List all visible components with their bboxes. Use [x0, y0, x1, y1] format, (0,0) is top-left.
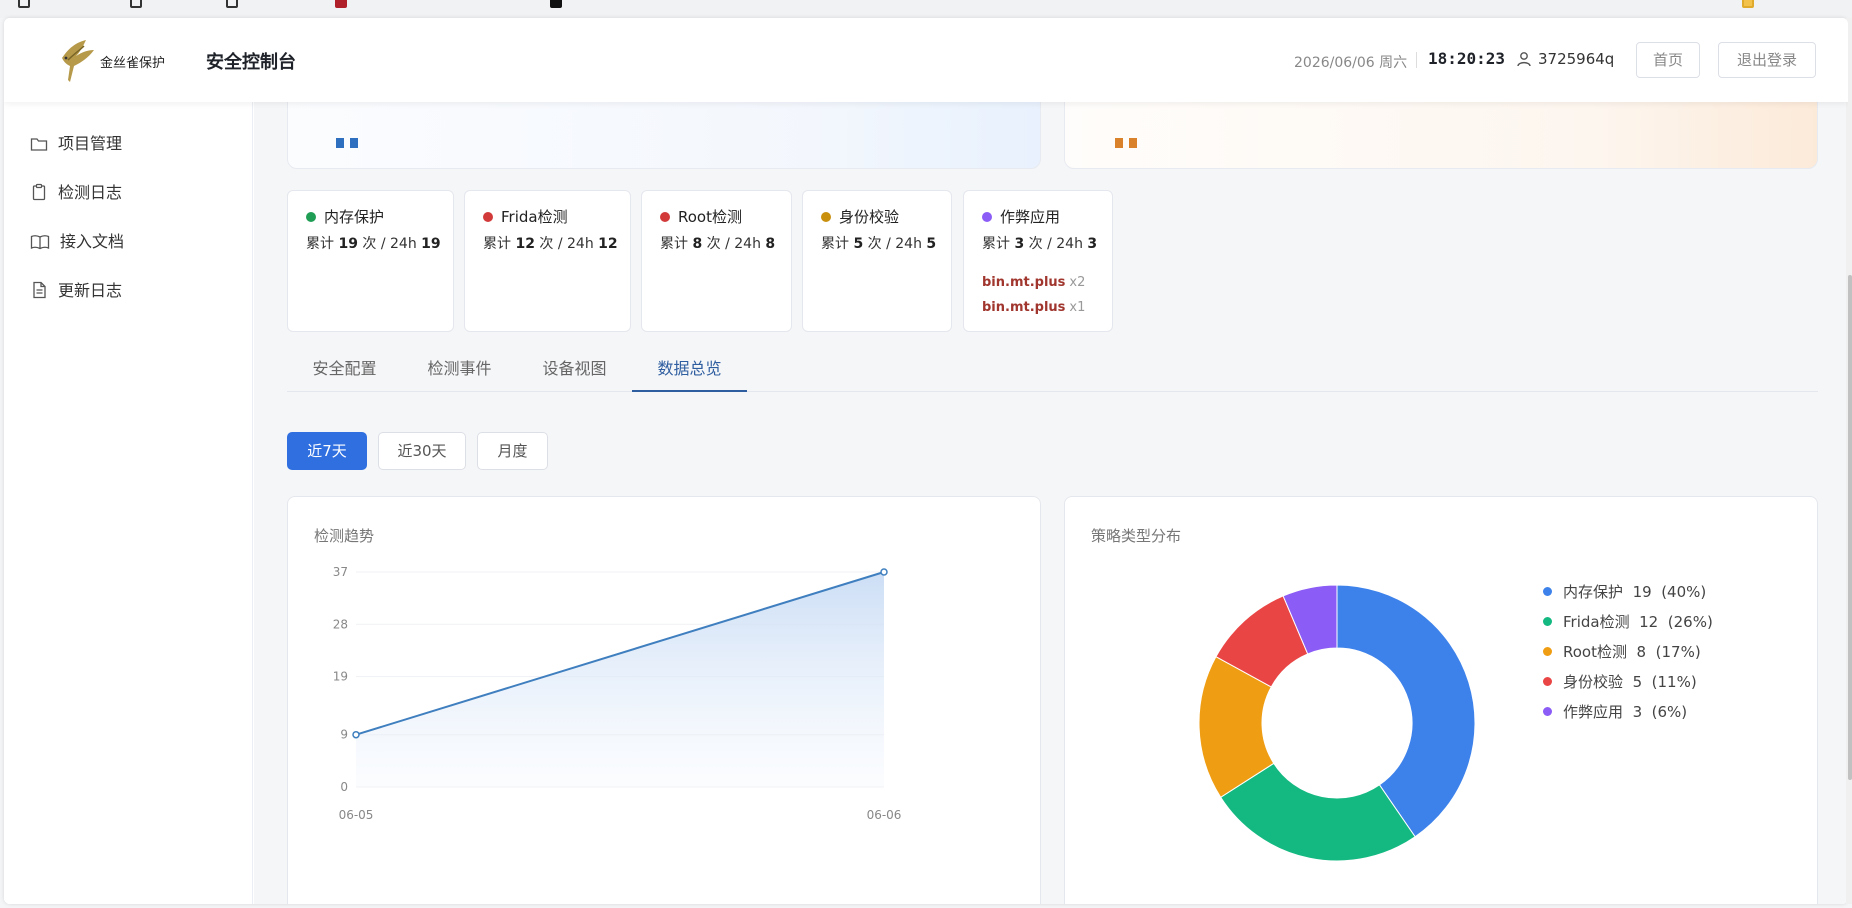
trend-chart: 0 9 19 28 37 06-05 06-06 [333, 565, 902, 822]
status-dot [660, 212, 670, 222]
logo[interactable]: 金丝雀保护 [56, 36, 176, 86]
logo-text: 金丝雀保护 [100, 56, 166, 71]
stat-name: 内存保护 [306, 206, 384, 227]
sidebar: 项目管理 检测日志 接入文档 更新日志 [4, 102, 253, 904]
trend-chart-card: 检测趋势 0 9 19 28 37 06-05 06-06 [287, 496, 1041, 904]
range-monthly-button[interactable]: 月度 [477, 432, 548, 470]
stat-line: 累计 3 次 / 24h 3 [982, 236, 1098, 252]
legend-item[interactable]: Frida检测 12 (26%) [1543, 611, 1713, 641]
bookmark-folder[interactable] [1742, 0, 1760, 8]
document-icon [33, 281, 46, 299]
stat-card-frida[interactable]: Frida检测 累计 12 次 / 24h 12 [464, 190, 631, 332]
clipboard-icon [32, 183, 46, 201]
data-point [352, 730, 360, 739]
cheat-app-item: bin.mt.plus x1 [982, 300, 1086, 315]
range-7d-button[interactable]: 近7天 [287, 432, 367, 470]
book-icon [30, 235, 50, 250]
stat-name: 身份校验 [821, 206, 899, 227]
tab-device-view[interactable]: 设备视图 [517, 358, 632, 392]
legend-dot [1543, 707, 1552, 716]
legend-item[interactable]: Root检测 8 (17%) [1543, 641, 1713, 671]
legend-dot [1543, 647, 1552, 656]
folder-icon [30, 138, 48, 151]
distribution-chart-card: 策略类型分布 内存保护 19 (40%) Frida检测 12 (26%) Ro… [1064, 496, 1818, 904]
stat-name: Root检测 [660, 206, 742, 227]
stat-line: 累计 8 次 / 24h 8 [660, 236, 776, 252]
bookmarks-bar [0, 0, 1852, 18]
legend-dot [1543, 617, 1552, 626]
user-info[interactable]: 3725964q [1516, 50, 1614, 68]
banner-mark [1115, 138, 1141, 148]
sidebar-item-projects[interactable]: 项目管理 [30, 130, 122, 160]
bookmark-item[interactable] [550, 0, 568, 8]
y-tick-label: 19 [333, 670, 348, 684]
status-dot [483, 212, 493, 222]
tab-data-overview[interactable]: 数据总览 [632, 358, 747, 392]
y-tick-label: 37 [333, 565, 348, 579]
top-header: 金丝雀保护 安全控制台 2026/06/06 周六 18:20:23 37259… [4, 18, 1848, 102]
stat-line: 累计 12 次 / 24h 12 [483, 236, 618, 252]
cheat-app-item: bin.mt.plus x2 [982, 275, 1086, 290]
x-tick-label: 06-05 [339, 808, 374, 822]
sidebar-item-label: 接入文档 [60, 232, 125, 251]
page-title: 安全控制台 [206, 52, 296, 73]
stat-card-identity[interactable]: 身份校验 累计 5 次 / 24h 5 [802, 190, 952, 332]
tab-security-config[interactable]: 安全配置 [287, 358, 402, 392]
bookmark-item[interactable] [130, 0, 148, 8]
folder-icon [1742, 0, 1754, 8]
area-fill [356, 572, 884, 787]
logout-button[interactable]: 退出登录 [1718, 42, 1816, 78]
x-tick-label: 06-06 [867, 808, 902, 822]
bookmark-icon [130, 0, 142, 8]
sidebar-item-detection-log[interactable]: 检测日志 [30, 179, 122, 209]
stat-name: Frida检测 [483, 206, 568, 227]
status-dot [982, 212, 992, 222]
bookmark-icon [18, 0, 30, 8]
header-clock: 18:20:23 [1428, 49, 1506, 68]
legend-dot [1543, 677, 1552, 686]
data-point [880, 568, 888, 576]
header-divider [1416, 52, 1417, 68]
y-tick-label: 9 [340, 728, 348, 742]
bird-logo-icon [62, 40, 94, 82]
y-tick-label: 0 [340, 780, 348, 794]
stat-card-cheat-apps[interactable]: 作弊应用 累计 3 次 / 24h 3 bin.mt.plus x2 bin.mt… [963, 190, 1113, 332]
bookmark-icon [226, 0, 238, 8]
scrollbar-thumb[interactable] [1848, 275, 1852, 780]
main-content: 内存保护 累计 19 次 / 24h 19 Frida检测 累计 12 次 / … [254, 82, 1848, 904]
bookmark-item[interactable] [226, 0, 244, 8]
range-30d-button[interactable]: 近30天 [378, 432, 466, 470]
stat-line: 累计 19 次 / 24h 19 [306, 236, 441, 252]
sidebar-item-label: 检测日志 [58, 183, 123, 202]
banner-mark [336, 138, 362, 148]
legend-item[interactable]: 内存保护 19 (40%) [1543, 581, 1713, 611]
status-dot [821, 212, 831, 222]
legend-dot [1543, 587, 1552, 596]
status-dot [306, 212, 316, 222]
sidebar-item-label: 项目管理 [58, 134, 123, 153]
user-icon [1517, 52, 1531, 67]
stat-line: 累计 5 次 / 24h 5 [821, 236, 937, 252]
stat-card-memory[interactable]: 内存保护 累计 19 次 / 24h 19 [287, 190, 454, 332]
header-date: 2026/06/06 周六 [1294, 55, 1408, 71]
bookmark-icon [335, 0, 347, 8]
sidebar-item-docs[interactable]: 接入文档 [30, 228, 124, 258]
user-name: 3725964q [1538, 50, 1615, 68]
sidebar-item-label: 更新日志 [58, 281, 123, 300]
bookmark-icon [550, 0, 562, 8]
legend-item[interactable]: 作弊应用 3 (6%) [1543, 701, 1713, 731]
sidebar-item-changelog[interactable]: 更新日志 [30, 277, 122, 307]
stat-name: 作弊应用 [982, 206, 1060, 227]
bookmark-item[interactable] [335, 0, 353, 8]
app-window: 金丝雀保护 安全控制台 2026/06/06 周六 18:20:23 37259… [4, 18, 1848, 904]
bookmark-item[interactable] [18, 0, 36, 8]
tab-bar: 安全配置 检测事件 设备视图 数据总览 [287, 358, 1818, 392]
y-tick-label: 28 [333, 617, 348, 631]
legend-item[interactable]: 身份校验 5 (11%) [1543, 671, 1713, 701]
tab-detection-events[interactable]: 检测事件 [402, 358, 517, 392]
stat-card-root[interactable]: Root检测 累计 8 次 / 24h 8 [641, 190, 792, 332]
chart-legend: 内存保护 19 (40%) Frida检测 12 (26%) Root检测 8 … [1543, 581, 1713, 731]
home-button[interactable]: 首页 [1636, 42, 1700, 78]
